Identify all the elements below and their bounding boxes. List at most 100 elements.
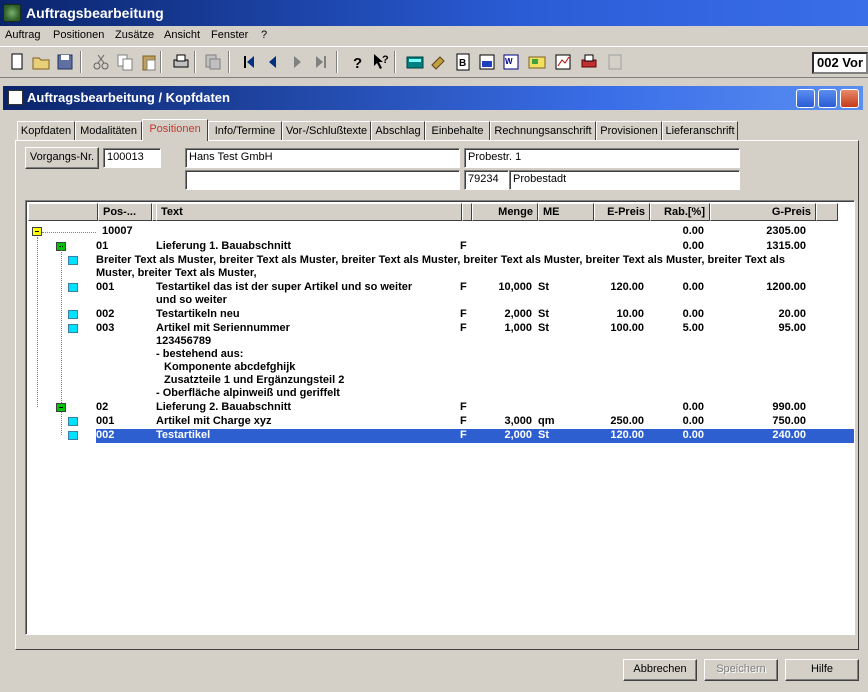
tab-lieferanschrift[interactable]: Lieferanschrift [662, 121, 738, 141]
prev-record-button[interactable] [262, 51, 284, 73]
app-title: Auftragsbearbeitung [26, 5, 164, 21]
menu-help[interactable]: ? [261, 29, 267, 41]
context-help-button[interactable]: ? [370, 51, 392, 73]
col-header-pos[interactable]: Pos-... [98, 203, 152, 221]
tab-info-termine[interactable]: Info/Termine [208, 121, 282, 141]
cut-icon [93, 54, 109, 70]
save-icon [57, 54, 73, 70]
word-button[interactable]: W [500, 51, 522, 73]
preview-button[interactable] [202, 51, 224, 73]
customer-name2-field[interactable] [185, 170, 460, 190]
menu-positionen[interactable]: Positionen [53, 29, 104, 41]
print-button[interactable] [170, 51, 192, 73]
leaf-node-icon [68, 431, 78, 440]
new-button[interactable] [6, 51, 28, 73]
table-row-selected[interactable]: 002 Testartikel F 2,000 St 120.00 0.00 240.00 [68, 429, 854, 443]
zip-field[interactable]: 79234 [464, 170, 509, 190]
chart-button[interactable] [552, 51, 574, 73]
tab-einbehalte[interactable]: Einbehalte [425, 121, 490, 141]
help-button[interactable]: Hilfe [785, 659, 859, 681]
tab-abschlag[interactable]: Abschlag [371, 121, 425, 141]
tools-button[interactable] [428, 51, 450, 73]
cell-me: St [538, 281, 549, 293]
table-row[interactable]: 02 Lieferung 2. Bauabschnitt F 0.00 990.00 [26, 401, 854, 415]
col-header-text[interactable]: Text [156, 203, 462, 221]
col-header-gpreis[interactable]: G-Preis [710, 203, 816, 221]
cell-flag: F [460, 401, 467, 413]
preview-icon [205, 54, 221, 70]
last-record-button[interactable] [310, 51, 332, 73]
cell-pos: 001 [96, 281, 115, 293]
vorgang-nr-button[interactable]: Vorgangs-Nr. [25, 147, 99, 169]
customer-name-field[interactable]: Hans Test GmbH [185, 148, 460, 168]
disabled-button[interactable] [604, 51, 626, 73]
table-row[interactable]: Breiter Text als Muster, breiter Text al… [26, 254, 854, 281]
help-button[interactable]: ? [346, 51, 368, 73]
table-row[interactable]: 003 Artikel mit Seriennummer F 1,000 St 100.0… [26, 322, 854, 401]
paste-icon [142, 55, 156, 71]
tools-icon [431, 56, 445, 70]
tab-modalitaeten[interactable]: Modalitäten [75, 121, 142, 141]
cell-epreis: 100.00 [610, 322, 644, 334]
menu-bar: Auftrag Positionen Zusätze Ansicht Fenst… [0, 26, 868, 45]
expand-node-icon[interactable] [32, 227, 42, 236]
paste-button[interactable] [138, 51, 160, 73]
prev-record-icon [269, 56, 276, 68]
save-button[interactable] [54, 51, 76, 73]
document-button[interactable]: B [452, 51, 474, 73]
record-combo[interactable]: 002 Vor [812, 52, 868, 74]
col-header-flag [462, 203, 472, 221]
tab-rechnungsanschrift[interactable]: Rechnungsanschrift [490, 121, 596, 141]
cell-rabatt: 0.00 [682, 281, 704, 293]
calculator-button[interactable] [404, 51, 426, 73]
next-record-icon [294, 56, 301, 68]
tab-positionen[interactable]: Positionen [142, 119, 208, 141]
col-header-me[interactable]: ME [538, 203, 594, 221]
next-record-button[interactable] [286, 51, 308, 73]
folder-button[interactable] [526, 51, 548, 73]
table-row[interactable]: 001 Testartikel das ist der super Artikel… [26, 281, 854, 308]
col-header-rab[interactable]: Rab.[%] [650, 203, 710, 221]
cell-rabatt: 0.00 [682, 429, 704, 441]
cell-menge: 3,000 [504, 415, 532, 427]
minimize-button[interactable] [796, 89, 815, 108]
toolbar: ?? B W [0, 46, 868, 78]
table-row[interactable]: 01 Lieferung 1. Bauabschnitt F 0.00 1315.00 [26, 240, 854, 254]
cell-rabatt: 0.00 [682, 415, 704, 427]
cut-button[interactable] [90, 51, 112, 73]
tab-vor-schlusstexte[interactable]: Vor-/Schlußtexte [282, 121, 371, 141]
app-title-bar: Auftragsbearbeitung [0, 0, 868, 26]
report-button[interactable] [476, 51, 498, 73]
menu-auftrag[interactable]: Auftrag [5, 29, 40, 41]
close-button[interactable] [840, 89, 859, 108]
street-field[interactable]: Probestr. 1 [464, 148, 740, 168]
col-header-epreis[interactable]: E-Preis [594, 203, 650, 221]
copy-button[interactable] [114, 51, 136, 73]
table-row[interactable]: 10007 0.00 2305.00 [26, 225, 854, 240]
cancel-button[interactable]: Abbrechen [623, 659, 697, 681]
menu-zusaetze[interactable]: Zusätze [115, 29, 154, 41]
menu-fenster[interactable]: Fenster [211, 29, 248, 41]
printer-button[interactable] [578, 51, 600, 73]
first-record-button[interactable] [238, 51, 260, 73]
table-row[interactable]: 001 Artikel mit Charge xyz F 3,000 qm 250.00 0… [26, 415, 854, 429]
tab-kopfdaten[interactable]: Kopfdaten [17, 121, 75, 141]
col-header-menge[interactable]: Menge [472, 203, 538, 221]
cell-me: St [538, 308, 549, 320]
calculator-icon [406, 56, 424, 69]
vorgang-nr-field[interactable]: 100013 [103, 148, 161, 168]
maximize-button[interactable] [818, 89, 837, 108]
positions-grid[interactable]: Pos-... Text Menge ME E-Preis Rab.[%] G-… [25, 200, 855, 635]
col-header-blank [28, 203, 98, 221]
menu-ansicht[interactable]: Ansicht [164, 29, 200, 41]
open-button[interactable] [30, 51, 52, 73]
word-icon: W [503, 54, 519, 70]
cell-text: Artikel mit Seriennummer [156, 322, 290, 334]
cell-pos: 02 [96, 401, 109, 413]
city-field[interactable]: Probestadt [509, 170, 740, 190]
save-button[interactable]: Speichern [704, 659, 778, 681]
cell-text: Testartikeln neu [156, 308, 240, 320]
table-row[interactable]: 002 Testartikeln neu F 2,000 St 10.00 0.00 20.0… [26, 308, 854, 322]
cell-gpreis: 20.00 [778, 308, 806, 320]
tab-provisionen[interactable]: Provisionen [596, 121, 662, 141]
